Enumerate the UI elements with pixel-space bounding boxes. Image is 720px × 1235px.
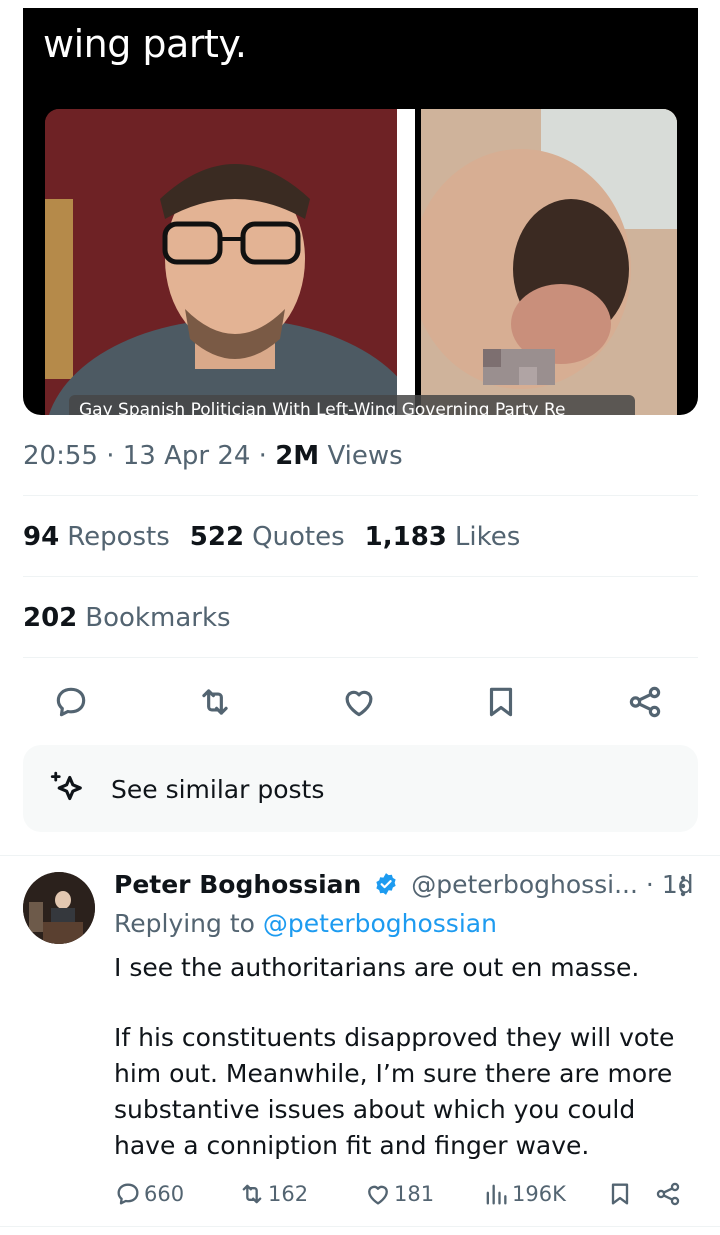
reply-share-button[interactable] — [654, 1178, 684, 1210]
bookmarks-label: Bookmarks — [85, 603, 231, 633]
divider — [23, 657, 698, 658]
reply-author-handle[interactable]: @peterboghossi... — [411, 870, 638, 899]
verified-badge-icon — [376, 873, 396, 895]
engagement-stats: 94 Reposts 522 Quotes 1,183 Likes — [23, 522, 540, 552]
reposts-stat[interactable]: 94 Reposts — [23, 522, 170, 552]
reply-button[interactable] — [49, 680, 93, 724]
divider — [23, 495, 698, 496]
like-icon — [368, 1185, 388, 1205]
reply-likes-count: 181 — [394, 1182, 435, 1206]
media-overlay-text: wing party. — [43, 22, 247, 66]
share-button[interactable] — [623, 680, 667, 724]
likes-stat[interactable]: 1,183 Likes — [365, 522, 521, 552]
media-photo-left[interactable] — [45, 109, 415, 415]
reply-icon — [56, 687, 86, 717]
like-button[interactable] — [337, 680, 381, 724]
media-card[interactable]: wing party. Gay Spanish Politician With … — [23, 8, 698, 415]
reply-views-count: 196K — [512, 1182, 566, 1206]
quotes-stat[interactable]: 522 Quotes — [190, 522, 345, 552]
avatar[interactable] — [23, 872, 95, 944]
bookmarks-stat[interactable]: 202 Bookmarks — [23, 603, 231, 633]
tweet-date[interactable]: 13 Apr 24 — [123, 441, 251, 471]
bookmarks-count: 202 — [23, 603, 78, 633]
reply-action-bar: 660 162 181 196K — [114, 1178, 694, 1210]
reply-reply-button[interactable]: 660 — [114, 1178, 184, 1210]
tweet-action-bar — [23, 680, 698, 724]
reply-paragraph: I see the authoritarians are out en mass… — [114, 953, 640, 982]
replying-to: Replying to @peterboghossian — [114, 909, 497, 938]
like-icon — [345, 690, 373, 717]
views-label: Views — [319, 441, 403, 471]
reposts-label: Reposts — [67, 522, 170, 552]
see-similar-posts-button[interactable]: See similar posts — [23, 745, 698, 832]
repost-icon — [202, 689, 228, 715]
share-icon — [629, 686, 661, 718]
likes-count: 1,183 — [364, 522, 447, 552]
divider — [0, 855, 720, 856]
tweet-meta: 20:55 · 13 Apr 24 · 2M Views — [23, 441, 403, 471]
reply-header: Peter Boghossian @peterboghossi... · 1d — [114, 870, 694, 899]
tweet-time[interactable]: 20:55 — [23, 441, 98, 471]
reply-repost-button[interactable]: 162 — [238, 1178, 308, 1210]
reply-bookmark-button[interactable] — [606, 1178, 636, 1210]
repost-icon — [242, 1184, 262, 1204]
bookmark-icon — [489, 687, 513, 717]
repost-button[interactable] — [193, 680, 237, 724]
see-similar-label: See similar posts — [111, 775, 325, 804]
meta-separator: · — [637, 870, 662, 899]
media-photo-right[interactable] — [421, 109, 677, 415]
meta-separator: · — [250, 441, 276, 471]
reply-body: I see the authoritarians are out en mass… — [114, 950, 704, 1164]
views-count: 2M — [275, 441, 320, 471]
divider — [0, 1226, 720, 1227]
reply-replies-count: 660 — [144, 1182, 185, 1206]
sparkle-icon — [50, 771, 82, 801]
views-chart-icon — [486, 1184, 507, 1205]
quotes-label: Quotes — [252, 522, 345, 552]
reply-views-button[interactable]: 196K — [482, 1178, 566, 1210]
bookmark-button[interactable] — [479, 680, 523, 724]
media-caption: Gay Spanish Politician With Left-Wing Go… — [69, 395, 635, 415]
reply-author-name[interactable]: Peter Boghossian — [114, 870, 361, 899]
reposts-count: 94 — [23, 522, 60, 552]
meta-separator: · — [97, 441, 123, 471]
reply-like-button[interactable]: 181 — [364, 1178, 434, 1210]
more-options-icon[interactable] — [676, 872, 690, 900]
reply-reposts-count: 162 — [268, 1182, 309, 1206]
bookmark-icon — [611, 1183, 629, 1205]
reply-icon — [117, 1183, 139, 1205]
share-icon — [656, 1182, 680, 1206]
likes-label: Likes — [454, 522, 521, 552]
reply-paragraph: If his constituents disapproved they wil… — [114, 1023, 675, 1160]
divider — [23, 576, 698, 577]
replying-handle-link[interactable]: @peterboghossian — [263, 909, 497, 938]
replying-prefix: Replying to — [114, 909, 263, 938]
quotes-count: 522 — [189, 522, 245, 552]
bookmarks-stats: 202 Bookmarks — [23, 603, 251, 633]
